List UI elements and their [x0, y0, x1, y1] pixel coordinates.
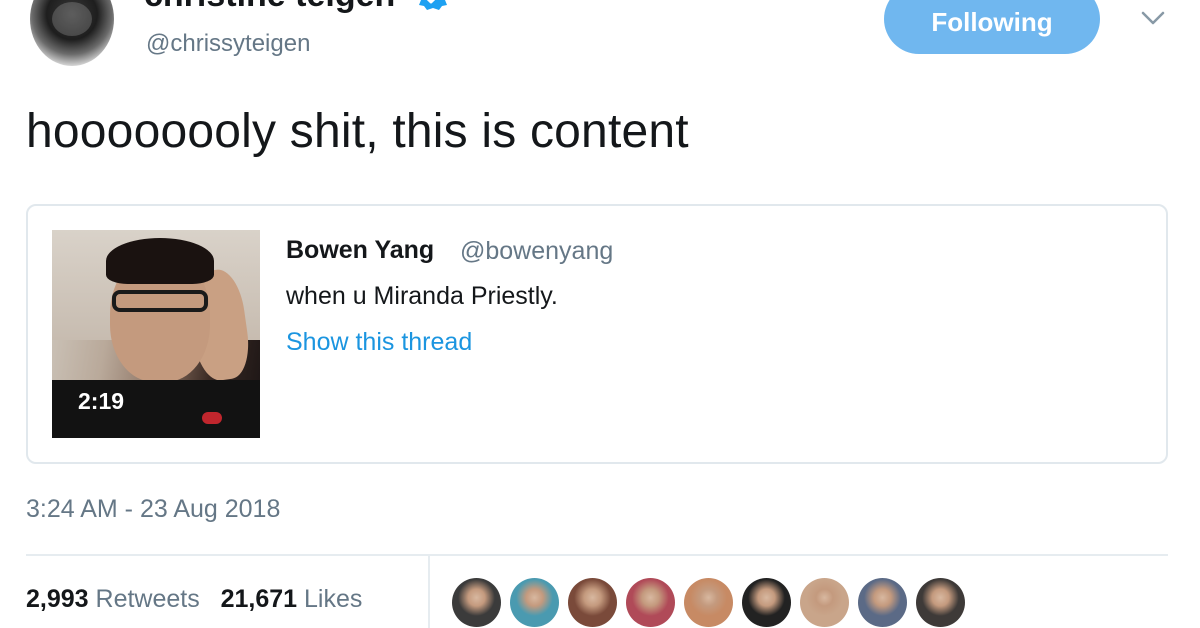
avatar-liker-8[interactable] [858, 578, 907, 627]
tweet-timestamp[interactable]: 3:24 AM - 23 Aug 2018 [26, 495, 280, 524]
quoted-tweet-text: when u Miranda Priestly. [286, 282, 558, 310]
stats-divider [428, 556, 430, 628]
chevron-down-icon[interactable] [1140, 8, 1166, 28]
following-button[interactable]: Following [884, 0, 1100, 54]
avatar-liker-7[interactable] [800, 578, 849, 627]
avatar-liker-1[interactable] [452, 578, 501, 627]
video-duration: 2:19 [78, 388, 125, 414]
avatar-liker-5[interactable] [684, 578, 733, 627]
avatar-liker-6[interactable] [742, 578, 791, 627]
quoted-handle: @bowenyang [460, 237, 614, 265]
quoted-display-name: Bowen Yang [286, 236, 435, 264]
avatar-liker-4[interactable] [626, 578, 675, 627]
display-name[interactable]: christine teigen [144, 0, 395, 15]
likes-stat[interactable]: 21,671 Likes [221, 585, 363, 613]
tweet-text: hoooooooly shit, this is content [26, 105, 689, 158]
avatar-liker-9[interactable] [916, 578, 965, 627]
liker-avatars [452, 578, 965, 627]
avatar-liker-2[interactable] [510, 578, 559, 627]
tweet-stats: 2,993 Retweets 21,671 Likes [26, 585, 362, 614]
divider [26, 554, 1168, 556]
likes-label: Likes [304, 585, 363, 613]
user-handle[interactable]: @chrissyteigen [146, 30, 310, 58]
profile-avatar[interactable] [30, 0, 114, 66]
retweets-count: 2,993 [26, 585, 89, 613]
likes-count: 21,671 [220, 585, 298, 613]
retweets-stat[interactable]: 2,993 Retweets [26, 585, 200, 613]
retweets-label: Retweets [95, 585, 200, 613]
verified-badge-icon [419, 0, 447, 10]
avatar-liker-3[interactable] [568, 578, 617, 627]
show-thread-link[interactable]: Show this thread [286, 328, 472, 357]
